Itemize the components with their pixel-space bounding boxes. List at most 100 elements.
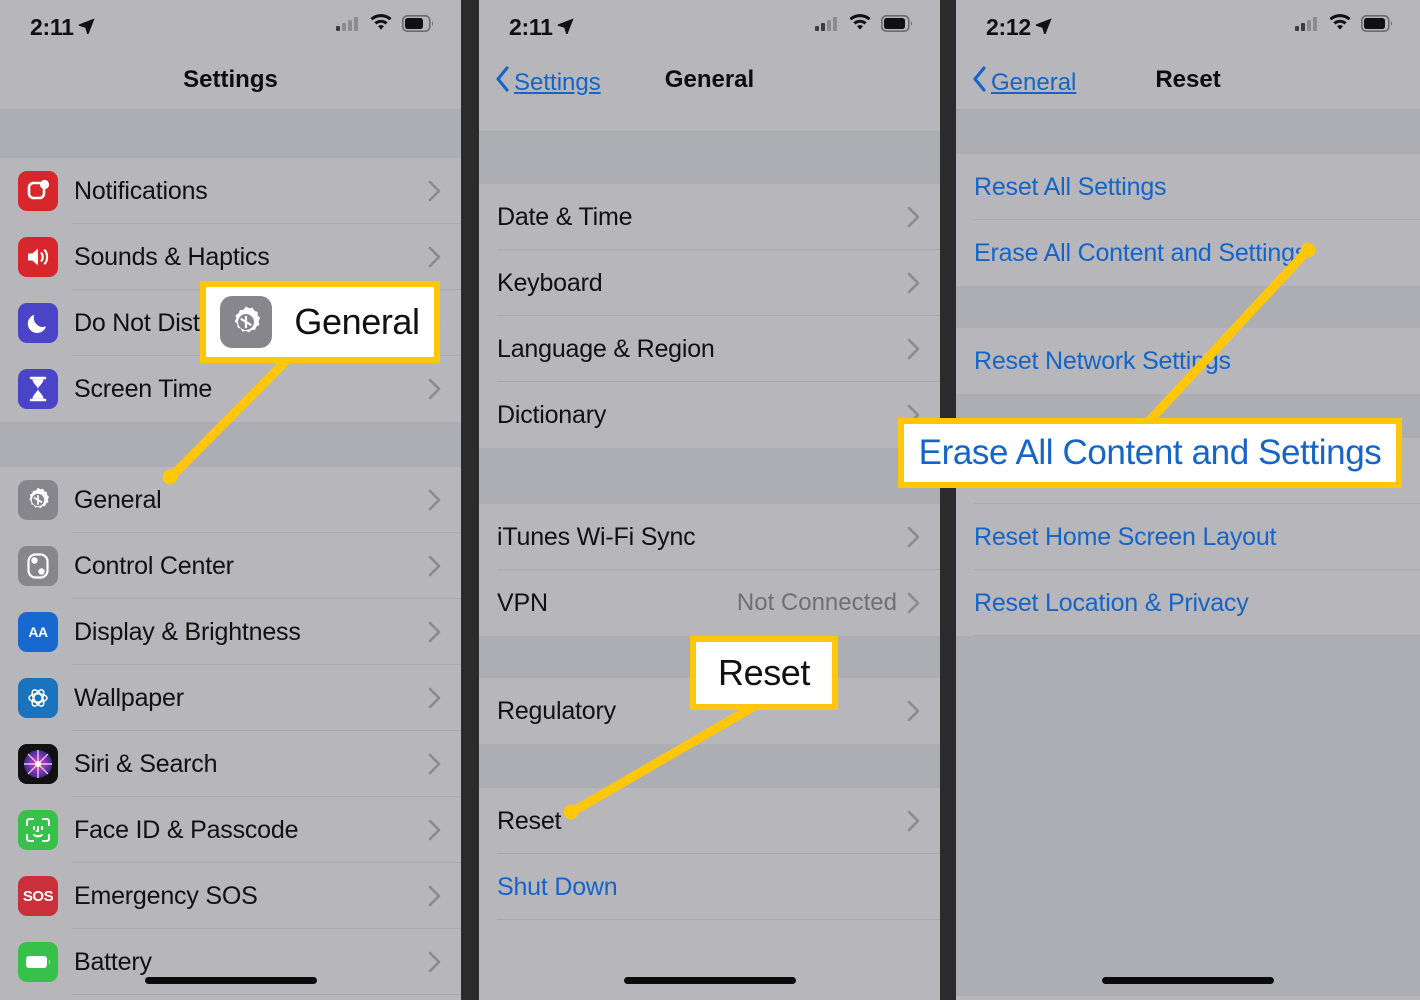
reset-row-reset-network-settings[interactable]: Reset Network Settings xyxy=(956,328,1420,394)
display-brightness-icon: AA xyxy=(18,612,58,652)
status-bar-clock: 2:11 xyxy=(509,14,574,41)
settings-row-reset[interactable]: Reset xyxy=(479,788,940,854)
status-bar: 2:11 xyxy=(479,0,940,52)
row-label: General xyxy=(74,485,162,514)
settings-row-wallpaper[interactable]: Wallpaper xyxy=(0,665,461,731)
row-label: Display & Brightness xyxy=(74,617,301,646)
row-label: Battery xyxy=(74,947,152,976)
reset-row-reset-all-settings[interactable]: Reset All Settings xyxy=(956,154,1420,220)
location-arrow-icon xyxy=(557,13,574,40)
row-label: Date & Time xyxy=(497,202,633,231)
phone-screen-reset: 2:12 General Reset Reset All Settings Er… xyxy=(956,0,1420,1000)
row-separator xyxy=(974,635,1420,636)
status-bar-clock: 2:12 xyxy=(986,14,1052,41)
chevron-right-icon xyxy=(428,555,461,577)
row-label: iTunes Wi-Fi Sync xyxy=(497,522,696,551)
chevron-right-icon xyxy=(428,621,461,643)
settings-row-background-app-refresh[interactable]: Background App Refresh xyxy=(479,110,940,132)
settings-list: Notifications Sounds & Haptics Do Not Di… xyxy=(0,110,461,1000)
group-gap xyxy=(479,132,940,184)
row-label: Emergency SOS xyxy=(74,881,258,910)
wifi-icon xyxy=(848,14,872,37)
callout-label: Erase All Content and Settings xyxy=(918,433,1382,472)
group-gap xyxy=(956,110,1420,154)
chevron-right-icon xyxy=(428,753,461,775)
row-label: Reset Home Screen Layout xyxy=(974,522,1277,551)
row-label: Control Center xyxy=(74,551,234,580)
settings-row-control-center[interactable]: Control Center xyxy=(0,533,461,599)
callout-reset: Reset xyxy=(690,636,838,710)
row-label: Siri & Search xyxy=(74,749,218,778)
group-gap xyxy=(0,110,461,158)
general-list: Background App Refresh Date & Time Keybo… xyxy=(479,110,940,920)
battery-icon xyxy=(402,14,435,37)
wifi-icon xyxy=(369,14,393,37)
status-bar: 2:12 xyxy=(956,0,1420,52)
wifi-icon xyxy=(1328,14,1352,37)
row-label: Reset Network Settings xyxy=(974,346,1231,375)
group-gap xyxy=(0,422,461,467)
settings-row-notifications[interactable]: Notifications xyxy=(0,158,461,224)
settings-row-keyboard[interactable]: Keyboard xyxy=(479,250,940,316)
chevron-right-icon xyxy=(428,885,461,907)
status-bar: 2:11 xyxy=(0,0,461,52)
status-bar-icons xyxy=(815,14,914,37)
status-bar-icons xyxy=(1295,14,1394,37)
chevron-right-icon xyxy=(907,526,940,548)
siri-search-icon xyxy=(18,744,58,784)
row-label: Face ID & Passcode xyxy=(74,815,299,844)
status-bar-icons xyxy=(336,14,435,37)
settings-row-emergency-sos[interactable]: SOS Emergency SOS xyxy=(0,863,461,929)
settings-row-battery[interactable]: Battery xyxy=(0,929,461,995)
reset-row-reset-home-screen-layout[interactable]: Reset Home Screen Layout xyxy=(956,504,1420,570)
settings-row-general[interactable]: General xyxy=(0,467,461,533)
settings-row-display-brightness[interactable]: AA Display & Brightness xyxy=(0,599,461,665)
settings-row-itunes-wifi-sync[interactable]: iTunes Wi-Fi Sync xyxy=(479,504,940,570)
settings-row-language-region[interactable]: Language & Region xyxy=(479,316,940,382)
chevron-right-icon xyxy=(907,592,940,614)
settings-row-shut-down[interactable]: Shut Down xyxy=(479,854,940,920)
row-label: Dictionary xyxy=(497,400,607,429)
row-label: Keyboard xyxy=(497,268,603,297)
page-title: Reset xyxy=(1155,66,1221,93)
reset-row-erase-all-content-and-settings[interactable]: Erase All Content and Settings xyxy=(956,220,1420,286)
row-label: Erase All Content and Settings xyxy=(974,238,1308,267)
settings-row-siri-search[interactable]: Siri & Search xyxy=(0,731,461,797)
status-bar-clock: 2:11 xyxy=(30,14,95,41)
general-gear-icon xyxy=(18,480,58,520)
row-separator xyxy=(479,131,940,132)
phone-screen-settings: 2:11 Settings Notifications Sounds & Hap… xyxy=(0,0,461,1000)
callout-label: Reset xyxy=(717,652,811,693)
reset-list: Reset All Settings Erase All Content and… xyxy=(956,110,1420,996)
callout-erase-all-content-and-settings: Erase All Content and Settings xyxy=(898,418,1402,488)
row-label: Regulatory xyxy=(497,696,616,725)
settings-row-dictionary[interactable]: Dictionary xyxy=(479,382,940,448)
row-label: VPN xyxy=(497,588,548,617)
cellular-bars-icon xyxy=(336,15,360,36)
page-title: Settings xyxy=(183,66,278,93)
callout-label: General xyxy=(294,301,420,342)
battery-icon xyxy=(881,14,914,37)
row-label: Language & Region xyxy=(497,334,715,363)
sounds-haptics-icon xyxy=(18,237,58,277)
row-label: Reset Location & Privacy xyxy=(974,588,1249,617)
general-gear-icon xyxy=(220,296,273,348)
chevron-right-icon xyxy=(907,338,940,360)
chevron-right-icon xyxy=(907,810,940,832)
clock-time: 2:11 xyxy=(509,14,553,40)
settings-row-face-id-passcode[interactable]: Face ID & Passcode xyxy=(0,797,461,863)
aa-glyph: AA xyxy=(28,624,48,640)
settings-row-date-time[interactable]: Date & Time xyxy=(479,184,940,250)
chevron-right-icon xyxy=(428,819,461,841)
settings-row-vpn[interactable]: VPN Not Connected xyxy=(479,570,940,636)
vpn-status-value: Not Connected xyxy=(736,589,897,616)
do-not-disturb-icon xyxy=(18,303,58,343)
reset-row-reset-location-privacy[interactable]: Reset Location & Privacy xyxy=(956,570,1420,636)
home-indicator xyxy=(144,977,317,984)
screen-time-icon xyxy=(18,369,58,409)
navigation-bar: Settings xyxy=(0,52,461,110)
chevron-right-icon xyxy=(428,378,461,400)
settings-row-screen-time[interactable]: Screen Time xyxy=(0,356,461,422)
home-indicator xyxy=(623,977,796,984)
settings-row-partial[interactable] xyxy=(0,995,461,1000)
